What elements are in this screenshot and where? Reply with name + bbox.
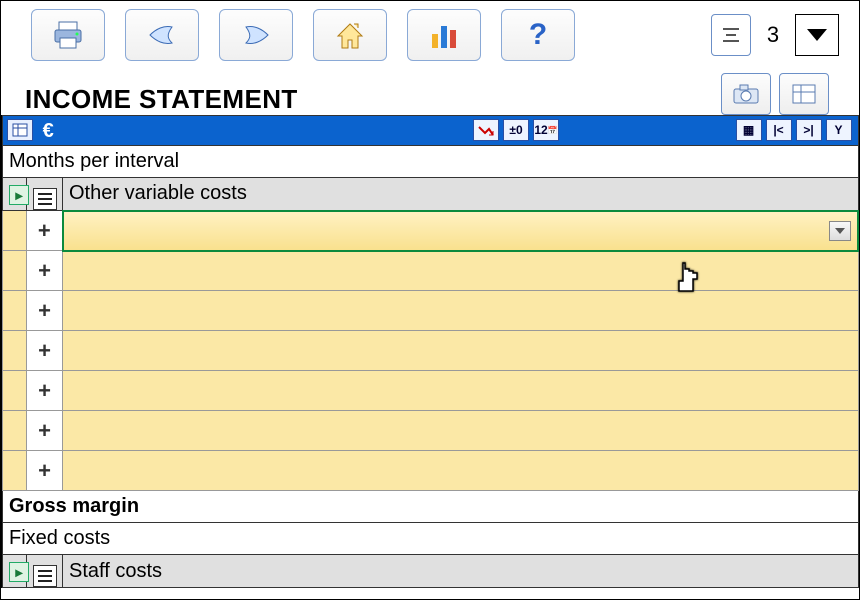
zoom-level: 3 xyxy=(761,22,785,48)
other-variable-costs-row: ▸ Other variable costs xyxy=(3,178,859,211)
input-row-5: + xyxy=(3,371,859,411)
table-icon xyxy=(12,123,28,137)
nav-back-button[interactable] xyxy=(125,9,199,61)
first-period-button[interactable]: |< xyxy=(766,119,792,141)
add-row-5[interactable]: + xyxy=(27,371,63,411)
help-button[interactable]: ? xyxy=(501,9,575,61)
expand-other-variable[interactable]: ▸ xyxy=(9,185,29,205)
print-icon xyxy=(51,20,85,50)
gross-margin-label: Gross margin xyxy=(3,491,859,523)
months-row: Months per interval xyxy=(3,146,859,178)
other-variable-label: Other variable costs xyxy=(63,178,859,211)
calendar-button[interactable]: 12📅 xyxy=(533,119,559,141)
home-button[interactable] xyxy=(313,9,387,61)
nav-forward-button[interactable] xyxy=(219,9,293,61)
grid-view-button[interactable]: ▦ xyxy=(736,119,762,141)
add-row-1[interactable]: + xyxy=(27,211,63,251)
input-row-4: + xyxy=(3,331,859,371)
cell-dropdown[interactable] xyxy=(829,221,851,241)
input-row-6: + xyxy=(3,411,859,451)
screenshot-button[interactable] xyxy=(721,73,771,115)
add-row-2[interactable]: + xyxy=(27,251,63,291)
decimals-button[interactable]: ±0 xyxy=(503,119,529,141)
fixed-costs-row: Fixed costs xyxy=(3,523,859,555)
trend-icon xyxy=(477,123,495,137)
toolbar: ? 3 xyxy=(1,1,859,69)
input-row-7: + xyxy=(3,451,859,491)
chart-button[interactable] xyxy=(407,9,481,61)
months-label: Months per interval xyxy=(3,146,859,178)
print-button[interactable] xyxy=(31,9,105,61)
income-table: € ±0 12📅 ▦ |< >| Y xyxy=(2,115,859,588)
input-cell-4[interactable] xyxy=(63,331,859,371)
chart-icon xyxy=(428,20,460,50)
expand-staff-costs[interactable]: ▸ xyxy=(9,562,29,582)
layout-icon xyxy=(791,83,817,105)
fixed-costs-label: Fixed costs xyxy=(3,523,859,555)
add-row-3[interactable]: + xyxy=(27,291,63,331)
input-cell-2[interactable] xyxy=(63,251,859,291)
help-icon: ? xyxy=(529,18,547,52)
hand-left-icon xyxy=(142,23,182,47)
input-row-2: + xyxy=(3,251,859,291)
camera-icon xyxy=(732,83,760,105)
input-cell-3[interactable] xyxy=(63,291,859,331)
currency-header-row: € ±0 12📅 ▦ |< >| Y xyxy=(3,116,859,146)
tree-button[interactable]: Y xyxy=(826,119,852,141)
currency-label: € xyxy=(43,120,54,142)
input-row-3: + xyxy=(3,291,859,331)
layout-button[interactable] xyxy=(779,73,829,115)
zoom-mode-button[interactable] xyxy=(711,14,751,56)
staff-costs-label: Staff costs xyxy=(63,555,859,588)
table-props-button[interactable] xyxy=(7,119,33,141)
page-title: INCOME STATEMENT xyxy=(25,84,298,115)
add-row-4[interactable]: + xyxy=(27,331,63,371)
add-row-6[interactable]: + xyxy=(27,411,63,451)
input-row-1: + xyxy=(3,211,859,251)
staff-costs-row: ▸ Staff costs xyxy=(3,555,859,588)
last-period-button[interactable]: >| xyxy=(796,119,822,141)
gross-margin-row: Gross margin xyxy=(3,491,859,523)
input-cell-5[interactable] xyxy=(63,371,859,411)
hand-right-icon xyxy=(236,23,276,47)
add-row-7[interactable]: + xyxy=(27,451,63,491)
zoom-dropdown[interactable] xyxy=(795,14,839,56)
trend-button[interactable] xyxy=(473,119,499,141)
input-cell-6[interactable] xyxy=(63,411,859,451)
home-icon xyxy=(334,20,366,50)
menu-staff-costs[interactable] xyxy=(33,565,57,587)
menu-other-variable[interactable] xyxy=(33,188,57,210)
input-cell-1[interactable] xyxy=(63,211,859,251)
input-cell-7[interactable] xyxy=(63,451,859,491)
